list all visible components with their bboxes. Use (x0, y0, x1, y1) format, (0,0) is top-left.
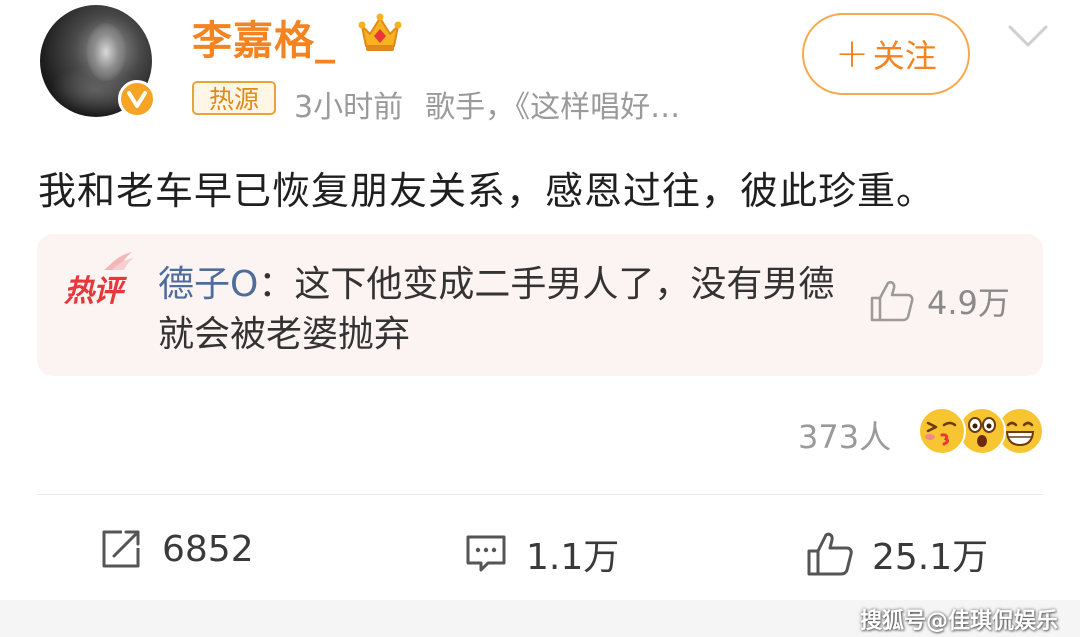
repost-icon (102, 530, 140, 568)
author-name[interactable]: 李嘉格_ (192, 8, 336, 66)
comment-icon (466, 535, 506, 572)
comment-button[interactable]: 1.1万 (464, 528, 619, 580)
follow-button[interactable]: + 关注 (802, 13, 970, 95)
repost-count: 6852 (162, 528, 254, 570)
post-text: 我和老车早已恢复朋友关系，感恩过往，彼此珍重。 (38, 169, 936, 213)
hot-comment-tag: 热评 (64, 252, 134, 310)
verified-icon (118, 80, 156, 118)
hot-comment-text: 德子O：这下他变成二手男人了，没有男德就会被老婆抛弃 (158, 260, 838, 360)
crown-icon (358, 12, 402, 54)
commenter-separator: ： (258, 264, 295, 305)
commenter-name[interactable]: 德子O (158, 264, 258, 305)
thumbs-up-icon (870, 280, 914, 322)
hot-source-badge[interactable]: 热源 (192, 81, 276, 115)
follow-label: 关注 (872, 37, 937, 75)
post-time: 3小时前 (294, 90, 404, 125)
like-count: 25.1万 (872, 537, 989, 578)
reaction-emojis[interactable] (914, 407, 1044, 457)
hot-comment[interactable]: 热评 德子O：这下他变成二手男人了，没有男德就会被老婆抛弃 4.9万 (37, 234, 1043, 376)
divider (37, 494, 1043, 495)
chevron-down-icon[interactable] (1006, 22, 1050, 50)
watermark: 搜狐号@佳琪侃娱乐 (859, 609, 1058, 634)
reaction-count[interactable]: 373人 (798, 412, 891, 458)
post-source[interactable]: 歌手，《这样唱好… (425, 90, 680, 125)
kiss-emoji (918, 407, 966, 455)
repost-button[interactable]: 6852 (100, 528, 254, 570)
hot-comment-like-button[interactable]: 4.9万 (869, 278, 1010, 324)
like-button[interactable]: 25.1万 (806, 528, 988, 580)
post-meta: 3小时前 歌手，《这样唱好… (294, 82, 680, 126)
thumbs-up-icon (807, 532, 853, 576)
plus-icon: + (835, 31, 869, 77)
comment-count: 1.1万 (526, 537, 620, 578)
weibo-post: 李嘉格_ + 关注 热源 3小时前 歌手，《这样唱好… 我和老车早已恢复朋友关系，… (0, 0, 1080, 637)
hot-comment-like-count: 4.9万 (927, 284, 1010, 322)
hot-comment-tag-label: 热评 (64, 274, 123, 309)
